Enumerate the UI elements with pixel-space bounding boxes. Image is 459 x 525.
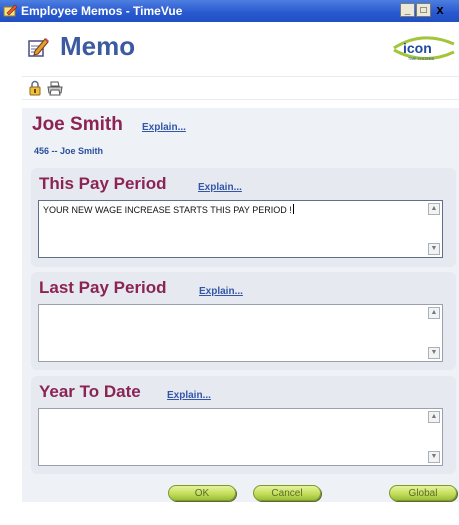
page-header: Memo icon TIME SYSTEMS (0, 22, 459, 72)
minimize-button[interactable]: _ (400, 3, 415, 17)
section-title-year-to-date: Year To Date (39, 382, 141, 401)
cancel-button[interactable]: Cancel (253, 485, 321, 501)
scroll-down-button[interactable]: ▼ (428, 451, 440, 463)
window-title: Employee Memos - TimeVue (21, 4, 183, 18)
employee-name: Joe Smith (32, 114, 123, 135)
memo-content: Joe Smith Explain... 456 -- Joe Smith Th… (22, 108, 459, 502)
logo-text: icon (403, 40, 432, 56)
icon-time-systems-logo: icon TIME SYSTEMS (393, 36, 455, 61)
scroll-up-button[interactable]: ▲ (428, 203, 440, 215)
scroll-down-button[interactable]: ▼ (428, 243, 440, 255)
window-title-bar: Employee Memos - TimeVue _ □ x (0, 0, 459, 22)
print-icon[interactable] (47, 80, 63, 96)
lock-icon[interactable] (27, 80, 43, 96)
scroll-down-button[interactable]: ▼ (428, 347, 440, 359)
text-caret (292, 204, 294, 214)
toolbar (22, 76, 459, 100)
scroll-up-button[interactable]: ▲ (428, 307, 440, 319)
year-to-date-section: Year To Date Explain... ▲ ▼ (31, 376, 456, 474)
employee-explain-link[interactable]: Explain... (142, 122, 186, 133)
last-pay-period-memo-field[interactable]: ▲ ▼ (38, 304, 443, 362)
logo-subtext: TIME SYSTEMS (408, 57, 435, 61)
this-pay-period-memo-text: YOUR NEW WAGE INCREASE STARTS THIS PAY P… (43, 204, 294, 215)
ok-button[interactable]: OK (168, 485, 236, 501)
this-pay-period-explain-link[interactable]: Explain... (198, 182, 242, 193)
last-pay-period-section: Last Pay Period Explain... ▲ ▼ (31, 272, 456, 370)
section-title-last-pay-period: Last Pay Period (39, 278, 167, 297)
scroll-up-button[interactable]: ▲ (428, 411, 440, 423)
section-title-this-pay-period: This Pay Period (39, 174, 167, 193)
maximize-button[interactable]: □ (416, 3, 431, 17)
year-to-date-memo-field[interactable]: ▲ ▼ (38, 408, 443, 466)
last-pay-period-explain-link[interactable]: Explain... (199, 286, 243, 297)
memo-pencil-icon (28, 38, 49, 57)
this-pay-period-section: This Pay Period Explain... YOUR NEW WAGE… (31, 168, 456, 267)
year-to-date-explain-link[interactable]: Explain... (167, 390, 211, 401)
employee-id: 456 -- Joe Smith (34, 146, 104, 156)
page-title: Memo (60, 31, 136, 61)
global-button[interactable]: Global (389, 485, 457, 501)
this-pay-period-memo-field[interactable]: YOUR NEW WAGE INCREASE STARTS THIS PAY P… (38, 200, 443, 258)
app-icon (3, 4, 18, 17)
close-button[interactable]: x (434, 3, 446, 17)
